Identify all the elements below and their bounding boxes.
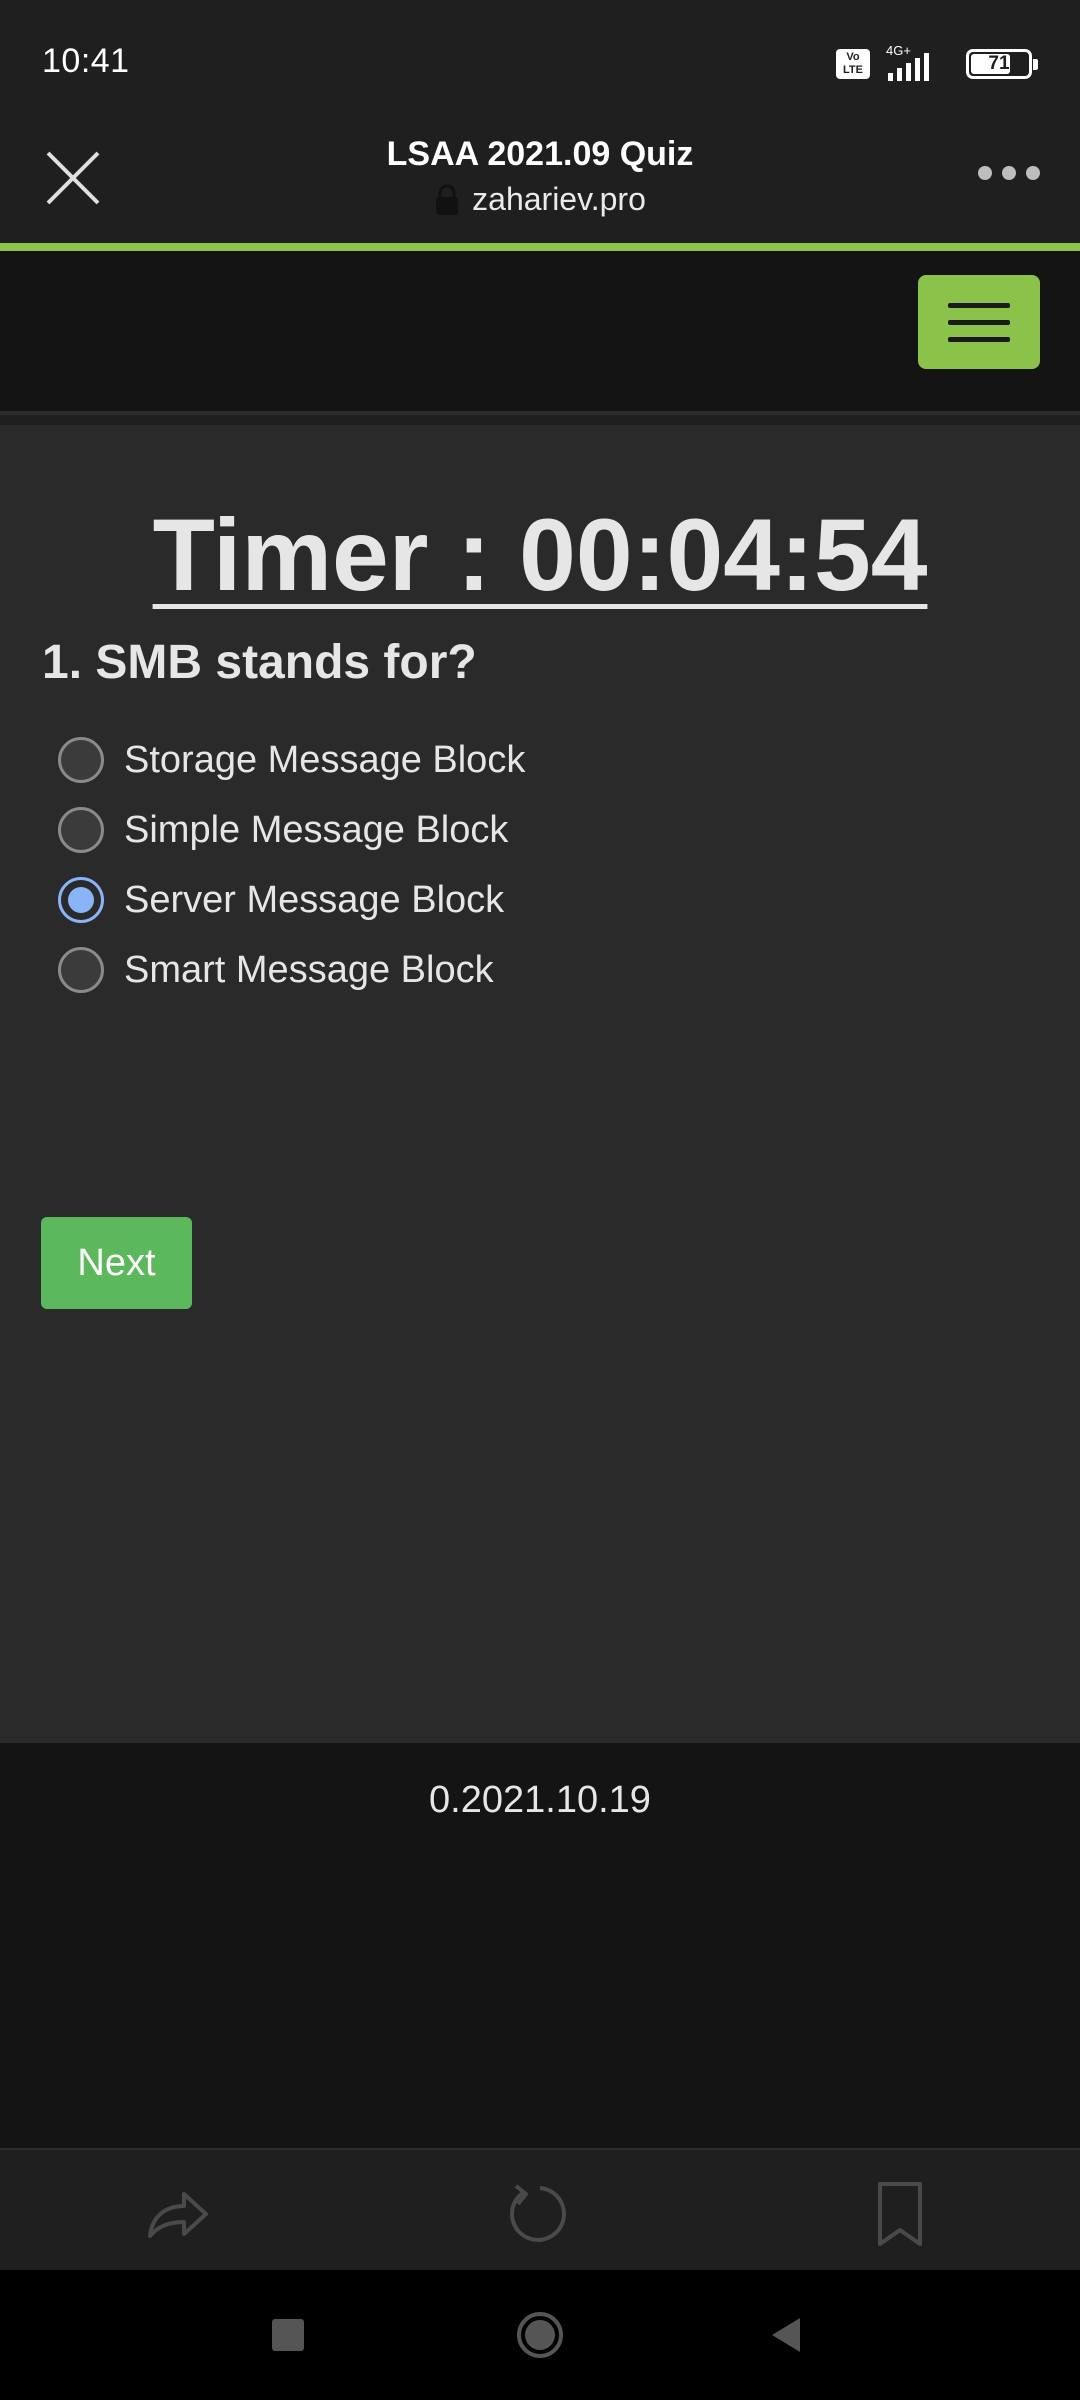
version-label: 0.2021.10.19 (429, 1779, 651, 1821)
url-row: zahariev.pro (0, 181, 1080, 218)
option-label: Server Message Block (124, 878, 505, 921)
answer-option[interactable]: Smart Message Block (58, 935, 525, 1005)
quiz-timer: Timer : 00:04:54 (152, 498, 928, 612)
quiz-panel: Timer : 00:04:54 1. SMB stands for? Stor… (0, 425, 1080, 1743)
bookmark-icon (878, 2182, 922, 2246)
page-load-progress (0, 243, 1080, 251)
battery-icon: 71 (966, 49, 1038, 79)
radio-button[interactable] (58, 947, 104, 993)
radio-button[interactable] (58, 737, 104, 783)
recents-button[interactable] (263, 2310, 313, 2360)
page-url: zahariev.pro (472, 181, 646, 217)
question-text: 1. SMB stands for? (42, 636, 477, 689)
page-title: LSAA 2021.09 Quiz (386, 135, 694, 173)
signal-icon: 4G+ (884, 43, 952, 81)
answer-option[interactable]: Storage Message Block (58, 725, 525, 795)
answer-option[interactable]: Simple Message Block (58, 795, 525, 865)
battery-percent: 71 (988, 53, 1010, 74)
recents-square-icon (272, 2319, 304, 2351)
menu-toggle-button[interactable] (918, 275, 1040, 369)
more-options-button[interactable] (978, 161, 1040, 185)
hamburger-menu-icon (948, 302, 1010, 308)
home-circle-icon (517, 2312, 563, 2358)
bookmark-button[interactable] (864, 2178, 936, 2250)
home-button[interactable] (515, 2310, 565, 2360)
back-button[interactable] (762, 2310, 812, 2360)
browser-header: LSAA 2021.09 Quiz zahariev.pro (0, 125, 1080, 245)
status-icons: Vo LTE 4G+ 71 (836, 43, 1038, 82)
share-icon (148, 2192, 208, 2238)
back-triangle-icon (772, 2318, 800, 2352)
answer-option[interactable]: Server Message Block (58, 865, 525, 935)
answer-options: Storage Message Block Simple Message Blo… (58, 725, 525, 1005)
more-dots-icon (978, 166, 992, 180)
volte-icon: Vo LTE (836, 49, 870, 79)
option-label: Smart Message Block (124, 948, 494, 991)
status-time: 10:41 (42, 42, 130, 80)
share-button[interactable] (142, 2178, 214, 2250)
radio-button[interactable] (58, 877, 104, 923)
option-label: Simple Message Block (124, 808, 509, 851)
lock-icon (436, 184, 459, 215)
browser-bottom-toolbar (0, 2148, 1080, 2270)
site-footer: 0.2021.10.19 (0, 1743, 1080, 2148)
next-button[interactable]: Next (41, 1217, 192, 1309)
radio-button[interactable] (58, 807, 104, 853)
site-navbar (0, 251, 1080, 415)
option-label: Storage Message Block (124, 738, 526, 781)
status-bar: 10:41 Vo LTE 4G+ 71 (0, 0, 1080, 125)
refresh-icon (509, 2184, 566, 2242)
refresh-button[interactable] (504, 2178, 576, 2250)
system-navigation-bar (0, 2270, 1080, 2400)
